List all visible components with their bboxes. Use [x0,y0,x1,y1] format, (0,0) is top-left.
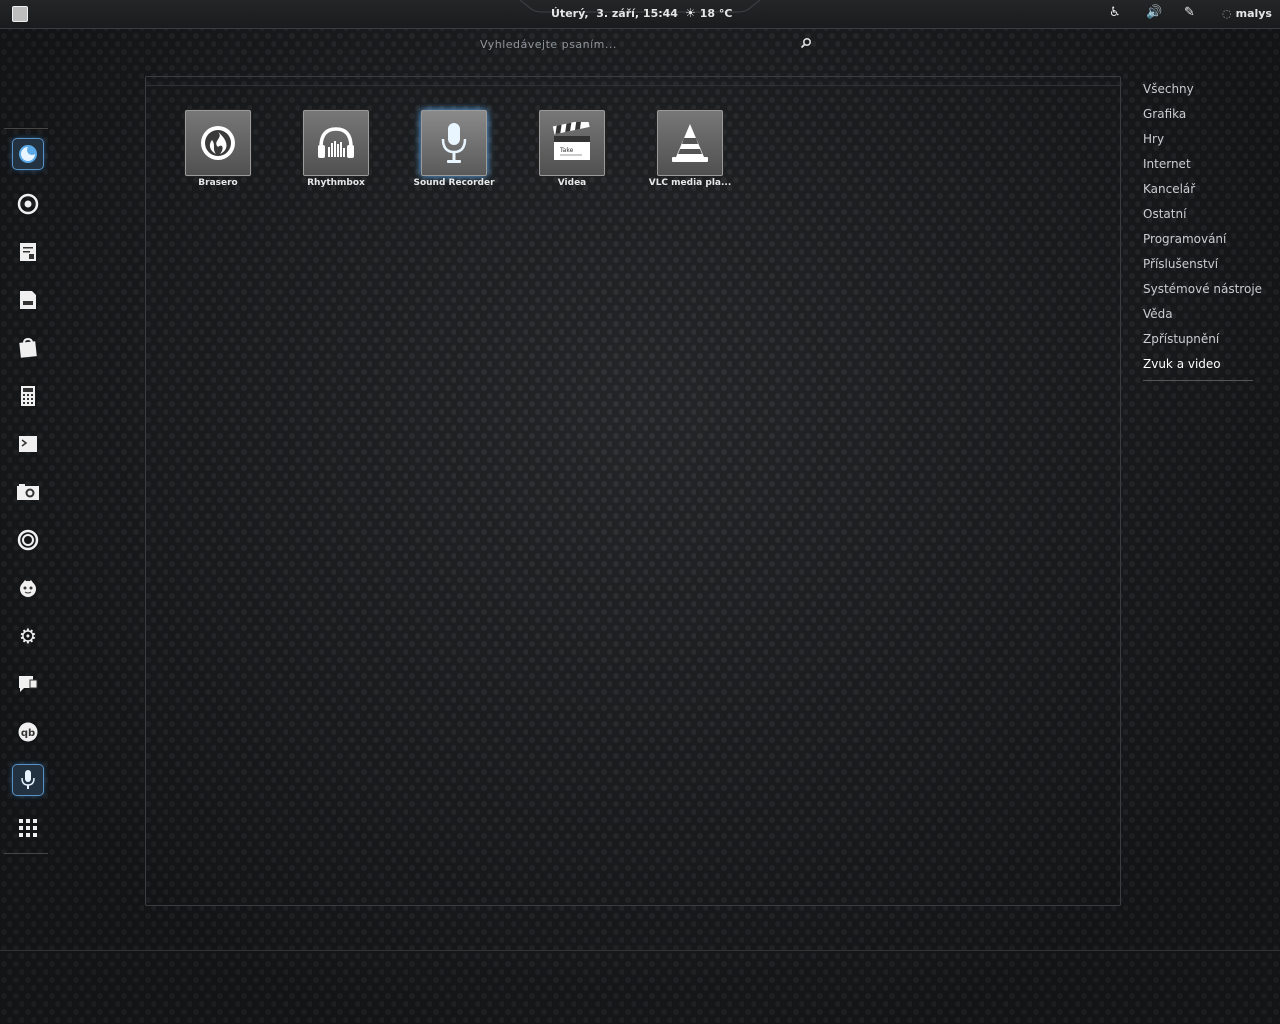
app-tile-videa[interactable]: Take Videa [527,110,617,192]
app-tile-brasero[interactable]: Brasero [173,110,263,192]
category-item[interactable]: Věda [1143,305,1253,330]
weather-temp: 18 °C [699,7,733,20]
category-item[interactable]: Ostatní [1143,205,1253,230]
app-tile-rhythmbox[interactable]: Rhythmbox [291,110,381,192]
weather-indicator[interactable]: ☀ 18 °C [685,6,732,20]
app-label: Sound Recorder [413,178,495,188]
app-label: Rhythmbox [307,178,365,188]
category-item-selected[interactable]: Zvuk a video [1143,355,1253,381]
settings-tools-icon[interactable]: ✎ [1184,5,1195,20]
clapperboard-icon: Take [539,110,605,176]
weather-sun-icon: ☀ [685,6,696,20]
bottom-divider [0,950,1280,951]
clock[interactable]: Úterý, 3. září, 15:44 [551,7,678,20]
search-input[interactable] [470,32,835,56]
app-label: VLC media pla... [648,178,732,188]
screenshot-icon[interactable] [13,477,43,507]
category-item[interactable]: Kancelář [1143,180,1253,205]
category-item[interactable]: Grafika [1143,105,1253,130]
svg-text:Take: Take [559,147,574,154]
disk-icon[interactable] [13,525,43,555]
volume-icon[interactable]: 🔊 [1146,5,1162,20]
files-icon[interactable] [13,285,43,315]
category-item[interactable]: Příslušenství [1143,255,1253,280]
show-apps-icon[interactable] [13,813,43,843]
terminal-icon[interactable] [13,429,43,459]
rhythmbox-icon [303,110,369,176]
qbittorrent-icon[interactable]: qb [13,717,43,747]
search-icon [800,37,812,49]
category-item[interactable]: Zpřístupnění [1143,330,1253,355]
chrome-icon[interactable] [13,189,43,219]
app-tile-vlc[interactable]: VLC media pla... [645,110,735,192]
app-tile-sound-recorder[interactable]: Sound Recorder [409,110,499,192]
svg-text:qb: qb [21,728,35,739]
category-item[interactable]: Internet [1143,155,1253,180]
text-editor-icon[interactable] [13,237,43,267]
calculator-icon[interactable] [13,381,43,411]
app-label: Brasero [198,178,238,188]
dash: ⚙ qb [4,128,48,854]
accessibility-icon[interactable]: ♿ [1109,5,1121,20]
category-item[interactable]: Hry [1143,130,1253,155]
user-menu[interactable]: ◌ malys [1222,7,1272,20]
microphone-icon [421,110,487,176]
top-panel: Úterý, 3. září, 15:44 ☀ 18 °C ♿ 🔊 ✎ ◌ maly… [0,0,1280,29]
system-settings-icon[interactable]: ⚙ [13,621,43,651]
category-item[interactable]: Systémové nástroje [1143,280,1262,305]
user-name: malys [1235,7,1272,20]
sound-recorder-icon[interactable] [13,765,43,795]
vlc-cone-icon [657,110,723,176]
firefox-icon[interactable] [13,139,43,169]
app-label: Videa [557,178,587,188]
activities-button[interactable] [12,6,28,22]
category-item[interactable]: Programování [1143,230,1253,255]
face-icon[interactable] [13,573,43,603]
user-status-icon: ◌ [1222,7,1232,20]
chat-icon[interactable] [13,669,43,699]
app-view-frame [145,76,1121,906]
software-center-icon[interactable] [13,333,43,363]
brasero-icon [185,110,251,176]
category-item[interactable]: Všechny [1143,80,1253,105]
category-list: Všechny Grafika Hry Internet Kancelář Os… [1143,80,1262,381]
